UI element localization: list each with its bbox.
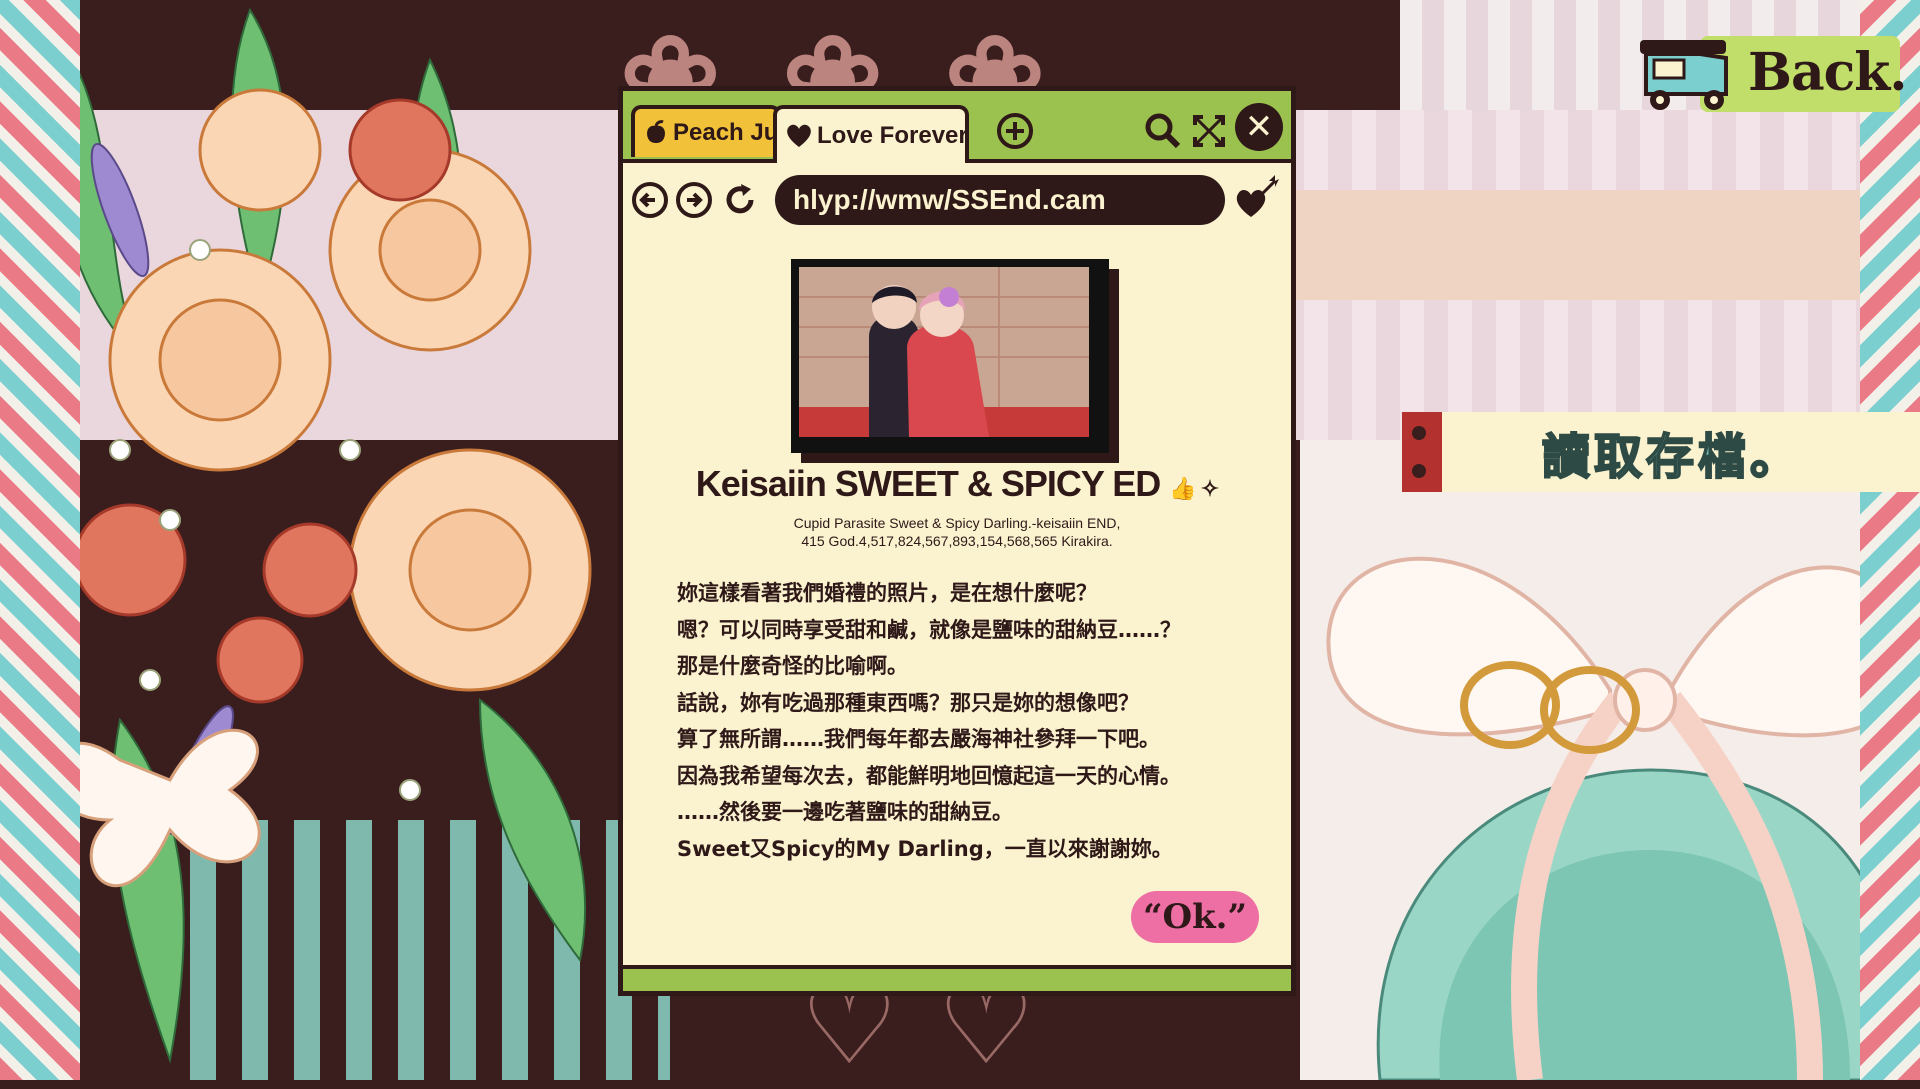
fullscreen-icon[interactable] [1189,111,1229,151]
candy-stripe-left [0,0,80,1080]
peach-icon [647,120,665,143]
load-save-banner[interactable]: 讀取存檔。 [1402,412,1920,492]
message-line: Sweet又Spicy的My Darling，一直以來謝謝妳。 [677,836,1173,861]
reload-icon[interactable] [721,181,759,219]
ok-button[interactable]: “Ok.” [1131,891,1259,943]
back-button[interactable]: Back. [1630,28,1910,116]
close-icon: ✕ [1244,107,1274,147]
browser-footer [623,965,1291,991]
background-peach-band [1290,190,1920,300]
like-sparkle-icon: 👍 ✧ [1169,476,1219,501]
tab-love-forever[interactable]: Love Forever [773,105,969,163]
tab-peach-juice[interactable]: Peach Juice [631,105,781,157]
heart-icon [787,124,811,147]
back-button-label: Back. [1748,41,1907,103]
load-save-label: 讀取存檔。 [1541,428,1803,486]
message-line: 話說，妳有吃過那種東西嗎？那只是妳的想像吧？ [677,690,1139,715]
ending-meta-line: Cupid Parasite Sweet & Spicy Darling.-ke… [793,515,1121,531]
candy-stripe-right [1860,0,1920,1080]
ending-title-text: Keisaiin SWEET & SPICY ED [695,463,1161,504]
ring-pillow-illustration [1326,556,1913,1080]
back-arrow-icon[interactable] [631,181,669,219]
message-line: 那是什麼奇怪的比喻啊。 [677,654,908,678]
url-text: hlyp://wmw/SSEnd.cam [793,184,1106,215]
ending-title: Keisaiin SWEET & SPICY ED 👍 ✧ [623,463,1291,505]
url-bar[interactable]: hlyp://wmw/SSEnd.cam [775,175,1225,225]
tab-label: Peach Juice [673,119,779,146]
ending-photo [791,259,1109,453]
ending-meta-line: 415 God.4,517,824,567,893,154,568,565 Ki… [801,533,1113,549]
message-line: 妳這樣看著我們婚禮的照片，是在想什麼呢？ [677,581,1097,605]
close-button[interactable]: ✕ [1235,103,1283,151]
message-text: 妳這樣看著我們婚禮的照片，是在想什麼呢？ 嗯？可以同時享受甜和鹹，就像是鹽味的甜… [677,575,1257,867]
tuk-tuk-icon [1640,40,1728,110]
banner-pin [1412,426,1426,440]
new-tab-icon[interactable] [995,111,1035,151]
tab-label: Love Forever [817,122,968,149]
bouquet-illustration [49,7,592,1064]
message-line: ……然後要一邊吃著鹽味的甜納豆。 [677,800,1013,824]
search-icon[interactable] [1143,111,1183,151]
ok-button-label: “Ok.” [1142,897,1248,937]
message-line: 嗯？可以同時享受甜和鹹，就像是鹽味的甜納豆……？ [677,617,1181,642]
browser-navbar: hlyp://wmw/SSEnd.cam [623,163,1291,233]
browser-titlebar: Peach Juice Love Forever ✕ [623,91,1291,163]
heart-arrow-icon[interactable] [1231,173,1281,223]
forward-arrow-icon[interactable] [675,181,713,219]
browser-window: Peach Juice Love Forever ✕ [618,86,1296,996]
wedding-photo [799,267,1089,437]
banner-pin [1412,464,1426,478]
message-line: 因為我希望每次去，都能鮮明地回憶起這一天的心情。 [677,763,1181,788]
message-line: 算了無所謂……我們每年都去嚴海神社參拜一下吧。 [677,727,1160,751]
